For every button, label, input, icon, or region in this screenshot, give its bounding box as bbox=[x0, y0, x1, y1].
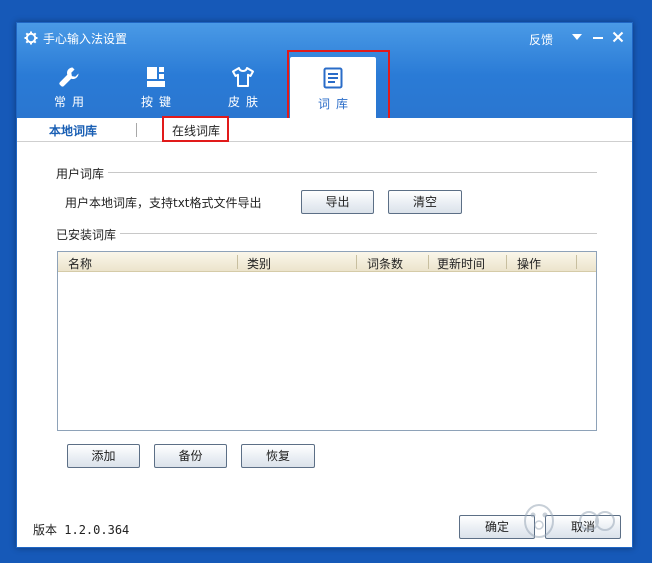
tab-label: 词库 bbox=[317, 97, 354, 111]
user-lexicon-description: 用户本地词库，支持txt格式文件导出 bbox=[65, 196, 262, 210]
minimize-button[interactable] bbox=[590, 29, 606, 45]
column-divider[interactable] bbox=[576, 255, 577, 269]
gear-icon bbox=[24, 31, 38, 45]
version-text: 版本 1.2.0.364 bbox=[33, 523, 130, 537]
menu-dropdown-button[interactable] bbox=[569, 29, 585, 45]
window-header: 手心输入法设置 反馈 常用 按键 皮肤 词库 bbox=[17, 23, 632, 118]
tab-label: 皮肤 bbox=[227, 95, 264, 109]
settings-window: 手心输入法设置 反馈 常用 按键 皮肤 词库 本地词库 在线词库 用户词库 用户… bbox=[16, 22, 633, 548]
section-divider bbox=[57, 233, 597, 234]
keyboard-icon bbox=[147, 67, 165, 87]
column-divider[interactable] bbox=[506, 255, 507, 269]
user-lexicon-title: 用户词库 bbox=[56, 165, 109, 182]
tab-label: 常用 bbox=[53, 95, 90, 109]
tab-keys[interactable]: 按键 bbox=[113, 61, 199, 117]
close-icon bbox=[612, 31, 624, 43]
column-header-entry-count[interactable]: 词条数 bbox=[367, 255, 403, 272]
backup-button[interactable]: 备份 bbox=[154, 444, 227, 468]
tab-skin[interactable]: 皮肤 bbox=[200, 61, 286, 117]
version-number: 1.2.0.364 bbox=[64, 523, 130, 537]
document-icon bbox=[323, 67, 343, 89]
tab-lexicon[interactable]: 词库 bbox=[290, 57, 376, 118]
footer: 版本 1.2.0.364 确定 取消 bbox=[17, 503, 632, 547]
export-button[interactable]: 导出 bbox=[301, 190, 374, 214]
installed-lexicon-table[interactable]: 名称 类别 词条数 更新时间 操作 bbox=[57, 251, 597, 431]
column-divider[interactable] bbox=[428, 255, 429, 269]
subtab-online-lexicon[interactable]: 在线词库 bbox=[172, 122, 220, 139]
feedback-link[interactable]: 反馈 bbox=[529, 31, 553, 48]
subtab-local-lexicon[interactable]: 本地词库 bbox=[49, 122, 97, 139]
wrench-icon bbox=[59, 67, 79, 87]
table-header: 名称 类别 词条数 更新时间 操作 bbox=[58, 252, 596, 272]
add-button[interactable]: 添加 bbox=[67, 444, 140, 468]
subtab-divider bbox=[136, 123, 137, 137]
tab-label: 按键 bbox=[140, 95, 177, 109]
subtab-bar: 本地词库 在线词库 bbox=[17, 118, 632, 142]
column-header-action[interactable]: 操作 bbox=[517, 255, 541, 272]
minimize-icon bbox=[593, 37, 603, 39]
ok-button[interactable]: 确定 bbox=[459, 515, 535, 539]
column-divider[interactable] bbox=[356, 255, 357, 269]
section-divider bbox=[57, 172, 597, 173]
installed-lexicon-title: 已安装词库 bbox=[56, 226, 121, 243]
column-divider[interactable] bbox=[237, 255, 238, 269]
restore-button[interactable]: 恢复 bbox=[241, 444, 315, 468]
column-header-category[interactable]: 类别 bbox=[247, 255, 271, 272]
close-button[interactable] bbox=[610, 29, 626, 45]
cancel-button[interactable]: 取消 bbox=[545, 515, 621, 539]
window-title: 手心输入法设置 bbox=[43, 32, 128, 46]
tab-common[interactable]: 常用 bbox=[26, 61, 112, 117]
column-header-name[interactable]: 名称 bbox=[68, 255, 92, 272]
triangle-down-icon bbox=[572, 34, 582, 40]
title-bar: 手心输入法设置 反馈 bbox=[17, 23, 632, 53]
column-header-update-time[interactable]: 更新时间 bbox=[437, 255, 485, 272]
tshirt-icon bbox=[232, 67, 254, 87]
clear-button[interactable]: 清空 bbox=[388, 190, 462, 214]
table-body[interactable] bbox=[58, 272, 596, 430]
